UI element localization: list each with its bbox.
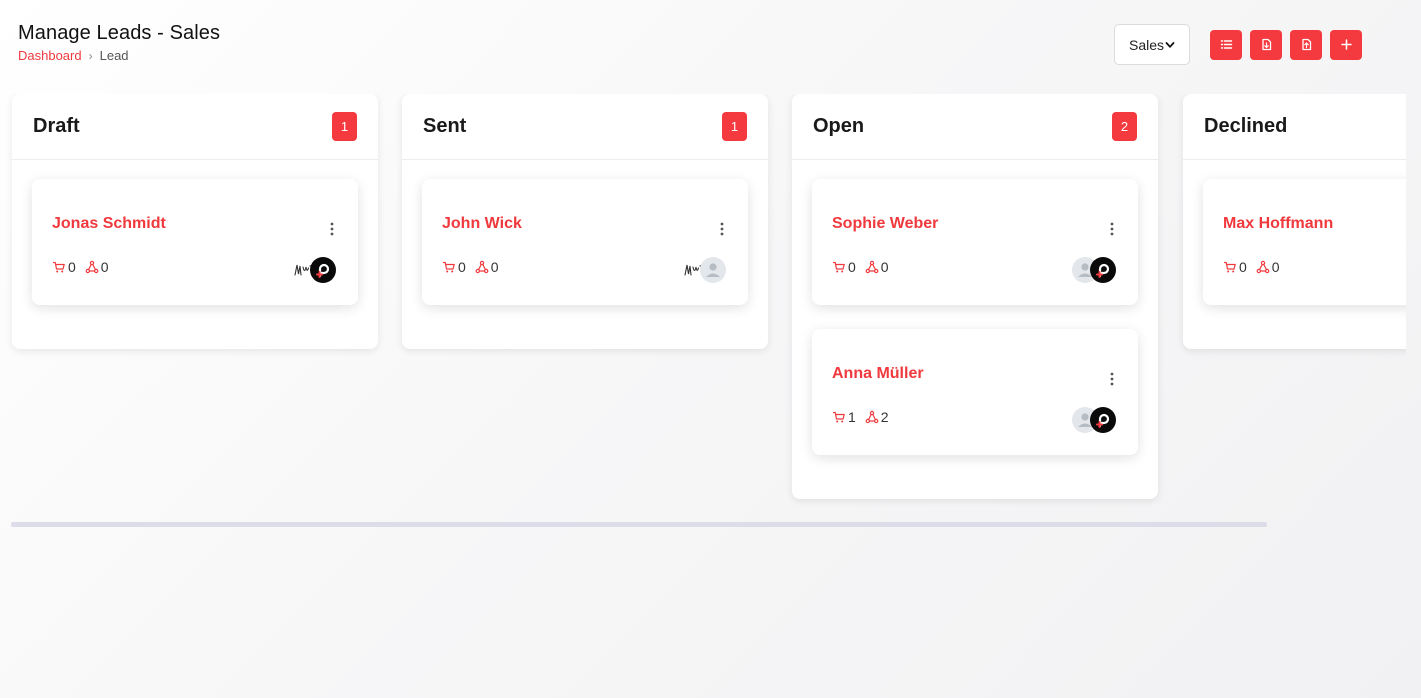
pipeline-select-value: Sales xyxy=(1128,36,1165,53)
page-title: Manage Leads - Sales xyxy=(18,22,221,44)
cart-icon xyxy=(832,411,845,423)
column-body: Sophie Weber 0 0 Anna Müller 1 2 xyxy=(792,160,1158,499)
cart-icon xyxy=(442,261,455,273)
column-title: Declined xyxy=(1204,115,1288,137)
breadcrumb-dashboard-link[interactable]: Dashboard xyxy=(18,48,82,63)
toolbar: Sales xyxy=(1114,24,1362,65)
lead-name[interactable]: Anna Müller xyxy=(832,365,924,383)
products-count: 0 xyxy=(52,259,76,275)
file-export-icon xyxy=(1301,38,1311,51)
column-title: Draft xyxy=(33,115,80,137)
column-header: Open 2 xyxy=(792,94,1158,160)
column-body: Max Hoffmann 0 0 xyxy=(1183,160,1406,349)
products-count-value: 0 xyxy=(848,259,856,275)
brand-logo-avatar xyxy=(1090,257,1116,283)
assigned-users xyxy=(682,257,726,283)
share-nodes-icon xyxy=(1256,260,1270,274)
products-count-value: 0 xyxy=(458,259,466,275)
cart-icon xyxy=(52,261,65,273)
default-user-avatar xyxy=(700,257,726,283)
kebab-menu-icon[interactable] xyxy=(1110,221,1114,237)
lead-stats: 0 0 xyxy=(1223,259,1289,275)
share-nodes-icon xyxy=(865,410,879,424)
share-nodes-icon xyxy=(865,260,879,274)
page-header: Manage Leads - Sales Dashboard › Lead xyxy=(18,22,220,63)
column-body: Jonas Schmidt 0 0 xyxy=(12,160,378,349)
sources-count: 0 xyxy=(1256,259,1280,275)
column-header: Sent 1 xyxy=(402,94,768,160)
lead-stats: 0 0 xyxy=(52,259,118,275)
products-count: 0 xyxy=(1223,259,1247,275)
breadcrumb-separator: › xyxy=(88,48,93,63)
breadcrumb-current: Lead xyxy=(99,48,129,63)
column-draft: Draft 1 Jonas Schmidt 0 0 xyxy=(12,94,378,349)
sources-count: 0 xyxy=(475,259,499,275)
lead-name[interactable]: Sophie Weber xyxy=(832,215,938,233)
column-count-badge: 1 xyxy=(332,112,357,141)
list-view-button[interactable] xyxy=(1210,29,1242,60)
lead-name[interactable]: Jonas Schmidt xyxy=(52,215,166,233)
file-import-icon xyxy=(1261,38,1271,51)
share-nodes-icon xyxy=(475,260,489,274)
import-button[interactable] xyxy=(1250,29,1282,60)
kebab-menu-icon[interactable] xyxy=(720,221,724,237)
column-count-badge: 2 xyxy=(1112,112,1137,141)
products-count-value: 1 xyxy=(848,409,856,425)
assigned-users xyxy=(292,257,336,283)
lead-card[interactable]: Anna Müller 1 2 xyxy=(812,329,1138,455)
lead-stats: 0 0 xyxy=(442,259,508,275)
products-count-value: 0 xyxy=(68,259,76,275)
column-count-badge: 1 xyxy=(722,112,747,141)
pipeline-select[interactable]: Sales xyxy=(1114,24,1190,65)
sources-count-value: 0 xyxy=(100,259,109,275)
assigned-users xyxy=(1072,407,1116,433)
kebab-menu-icon[interactable] xyxy=(330,221,334,237)
column-declined: Declined Max Hoffmann 0 0 xyxy=(1183,94,1406,349)
lead-card[interactable]: John Wick 0 0 xyxy=(422,179,748,305)
sources-count: 0 xyxy=(85,259,109,275)
lead-name[interactable]: John Wick xyxy=(442,215,522,233)
products-count: 1 xyxy=(832,409,856,425)
cart-icon xyxy=(1223,261,1236,273)
sources-count-value: 0 xyxy=(880,259,889,275)
export-button[interactable] xyxy=(1290,29,1322,60)
sources-count-value: 2 xyxy=(880,409,889,425)
column-header: Declined xyxy=(1183,94,1406,160)
column-title: Sent xyxy=(423,115,467,137)
share-nodes-icon xyxy=(85,260,99,274)
products-count: 0 xyxy=(442,259,466,275)
lead-card[interactable]: Jonas Schmidt 0 0 xyxy=(32,179,358,305)
lead-stats: 0 0 xyxy=(832,259,898,275)
breadcrumb: Dashboard › Lead xyxy=(18,48,220,63)
sources-count: 0 xyxy=(865,259,889,275)
kebab-menu-icon[interactable] xyxy=(1110,371,1114,387)
products-count: 0 xyxy=(832,259,856,275)
board-horizontal-scrollbar[interactable] xyxy=(11,522,1267,527)
sources-count-value: 0 xyxy=(1271,259,1280,275)
sources-count: 2 xyxy=(865,409,889,425)
sources-count-value: 0 xyxy=(490,259,499,275)
assigned-users xyxy=(1072,257,1116,283)
list-icon xyxy=(1220,40,1232,49)
brand-logo-avatar xyxy=(310,257,336,283)
lead-card[interactable]: Max Hoffmann 0 0 xyxy=(1203,179,1406,305)
plus-icon xyxy=(1340,39,1352,50)
column-header: Draft 1 xyxy=(12,94,378,160)
brand-logo-avatar xyxy=(1090,407,1116,433)
add-lead-button[interactable] xyxy=(1330,29,1362,60)
kanban-board[interactable]: Draft 1 Jonas Schmidt 0 0 Sent 1 John Wi… xyxy=(0,94,1406,514)
column-body: John Wick 0 0 xyxy=(402,160,768,349)
lead-stats: 1 2 xyxy=(832,409,898,425)
lead-card[interactable]: Sophie Weber 0 0 xyxy=(812,179,1138,305)
chevron-down-icon xyxy=(1165,41,1175,48)
column-open: Open 2 Sophie Weber 0 0 Anna Müller 1 2 xyxy=(792,94,1158,499)
products-count-value: 0 xyxy=(1239,259,1247,275)
column-sent: Sent 1 John Wick 0 0 xyxy=(402,94,768,349)
cart-icon xyxy=(832,261,845,273)
lead-name[interactable]: Max Hoffmann xyxy=(1223,215,1333,233)
column-title: Open xyxy=(813,115,865,137)
